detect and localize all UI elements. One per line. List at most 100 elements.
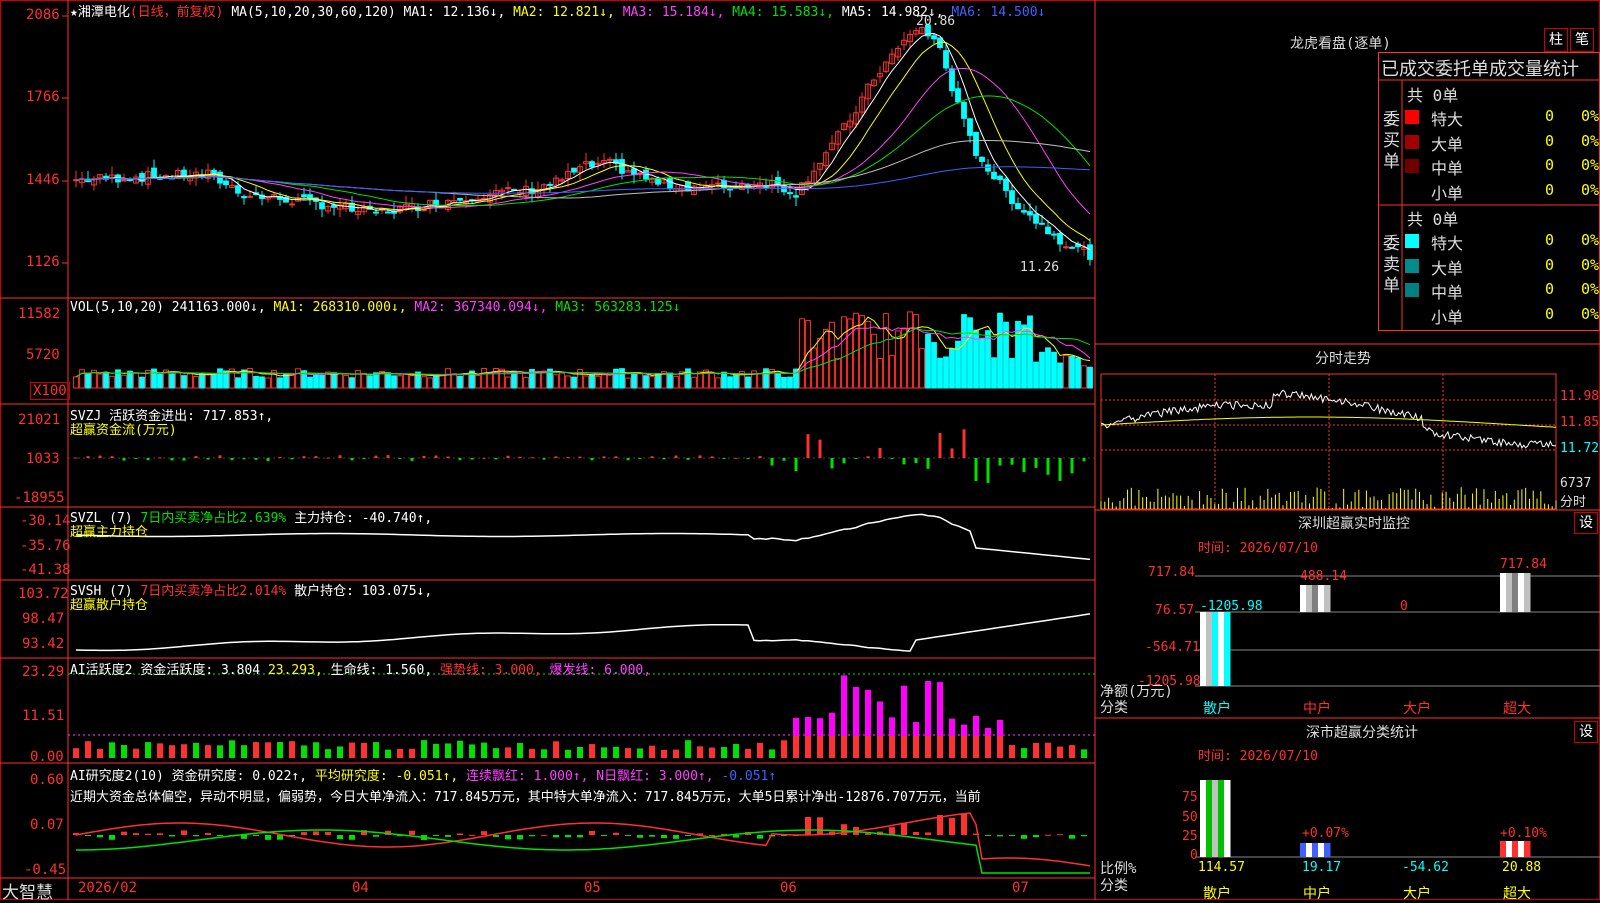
svzj-bar xyxy=(86,456,90,458)
sell-row-pct: 0% xyxy=(1581,304,1600,323)
svsh-axis-label: 103.72 xyxy=(18,586,69,602)
volume-bar xyxy=(217,368,223,389)
ai-active-hot-bar xyxy=(853,686,859,736)
svzj-bar xyxy=(710,456,714,458)
candle-body xyxy=(1015,203,1021,210)
ai-active-hot-bar xyxy=(805,716,811,736)
ai-active-bar xyxy=(121,745,127,758)
color-swatch-icon xyxy=(1405,283,1419,297)
ai-research-bar xyxy=(901,822,907,835)
svzj-bar xyxy=(326,457,330,459)
brand-logo: 大智慧 xyxy=(2,883,53,903)
ai-research-bar xyxy=(961,813,967,835)
ai-active-bar xyxy=(181,744,187,758)
sell-row-label: 大单 xyxy=(1431,258,1464,278)
volume-bar xyxy=(601,374,607,389)
candle-body xyxy=(1087,244,1093,260)
volume-bar xyxy=(79,369,85,389)
ai-active-base-bar xyxy=(865,736,871,758)
vol-value: 241163.000↓, xyxy=(171,300,266,315)
svzj-bar xyxy=(362,458,366,459)
volume-bar xyxy=(121,374,127,389)
color-swatch-icon xyxy=(1405,110,1419,124)
volume-bar xyxy=(373,372,379,389)
volume-bar xyxy=(289,374,295,389)
ai-active-hot-bar xyxy=(925,680,931,736)
price-axis-label: 1446 xyxy=(26,172,60,188)
ai-active-bar xyxy=(277,742,283,758)
ai-research-bar xyxy=(313,831,319,835)
volume-bar xyxy=(877,358,883,389)
bar-mode-button[interactable]: 柱 xyxy=(1544,28,1568,52)
stats-settings-button[interactable]: 设 xyxy=(1574,721,1598,743)
monitor-time: 时间: 2026/07/10 xyxy=(1198,541,1318,556)
ma-line-120 xyxy=(75,166,1091,194)
svzj-bar xyxy=(818,439,822,458)
monitor-settings-button[interactable]: 设 xyxy=(1574,512,1598,534)
favorite-star-icon[interactable]: ★ xyxy=(70,5,78,20)
ai-research-bar xyxy=(433,835,439,836)
ai-active-bar xyxy=(133,748,139,758)
ai-active-bar xyxy=(1069,745,1075,758)
volume-bar xyxy=(931,342,937,389)
volume-bar xyxy=(463,372,469,389)
candle-body xyxy=(607,158,613,161)
ai-active-bar xyxy=(313,742,319,758)
ai-research-bar xyxy=(661,835,667,839)
svzj-bar xyxy=(278,456,282,458)
tick-mode-button[interactable]: 笔 xyxy=(1570,28,1594,52)
date-axis-label: 07 xyxy=(1012,880,1029,896)
ai-research-bar xyxy=(709,834,715,836)
monitor-axis-label: 76.57 xyxy=(1155,603,1195,618)
volume-bar xyxy=(775,373,781,389)
svzj-bar xyxy=(1082,458,1086,462)
volume-bar xyxy=(667,372,673,389)
volume-bar xyxy=(307,376,313,389)
buy-row-label: 中单 xyxy=(1431,159,1464,178)
vol-unit-button[interactable]: X100 xyxy=(30,382,70,400)
monitor-cat: 超大 xyxy=(1503,701,1531,717)
period-label[interactable]: (日线，前复权) xyxy=(130,5,224,20)
svzj-bar xyxy=(122,458,126,461)
ai-active-bar xyxy=(493,748,499,758)
buy-row-label: 特大 xyxy=(1431,110,1464,129)
monitor-bar xyxy=(1518,573,1525,612)
monitor-bar xyxy=(1224,612,1231,686)
ai-active-base-bar xyxy=(973,736,979,758)
ai-active-hot-bar xyxy=(865,689,871,736)
candle-body xyxy=(631,168,637,176)
ai-active-hot-bar xyxy=(973,715,979,736)
sell-row-label: 中单 xyxy=(1431,283,1464,302)
ai-active-bar xyxy=(733,743,739,758)
ai-research-bar xyxy=(469,834,475,836)
volume-bar xyxy=(631,373,637,389)
ai-active-bar xyxy=(745,748,751,758)
svzj-bar xyxy=(374,455,378,458)
stats-bar xyxy=(1324,843,1331,857)
stats-bar xyxy=(1512,841,1519,857)
monitor-title: 深圳超赢实时监控 xyxy=(1298,516,1410,532)
ai-research-bar xyxy=(181,830,187,835)
ai-research-bar xyxy=(541,834,547,836)
candle-body xyxy=(793,195,799,198)
svzj-bar xyxy=(638,458,642,459)
volume-bar xyxy=(1081,365,1087,389)
ai-active-base-bar xyxy=(877,736,883,758)
ai-research-bar xyxy=(457,833,463,835)
ai-active-hot-bar xyxy=(841,675,847,736)
ai-active-v4: 强势线: 3.000, xyxy=(440,663,542,678)
monitor-bar xyxy=(1512,573,1519,612)
volume-bar xyxy=(187,373,193,389)
svzj-bar xyxy=(590,458,594,461)
monitor-axis-label: 717.84 xyxy=(1148,565,1195,580)
svzj-bar xyxy=(662,458,666,460)
svzj-bar xyxy=(650,456,654,458)
volume-bar xyxy=(841,316,847,389)
svzj-bar xyxy=(158,457,162,459)
sell-row-pct: 0% xyxy=(1581,255,1600,274)
monitor-bar xyxy=(1306,585,1313,612)
candle-body xyxy=(1003,178,1009,191)
stats-value: 114.57 xyxy=(1198,860,1245,875)
sell-row-count: 0 xyxy=(1545,231,1555,249)
monitor-cat: 中户 xyxy=(1303,701,1331,717)
